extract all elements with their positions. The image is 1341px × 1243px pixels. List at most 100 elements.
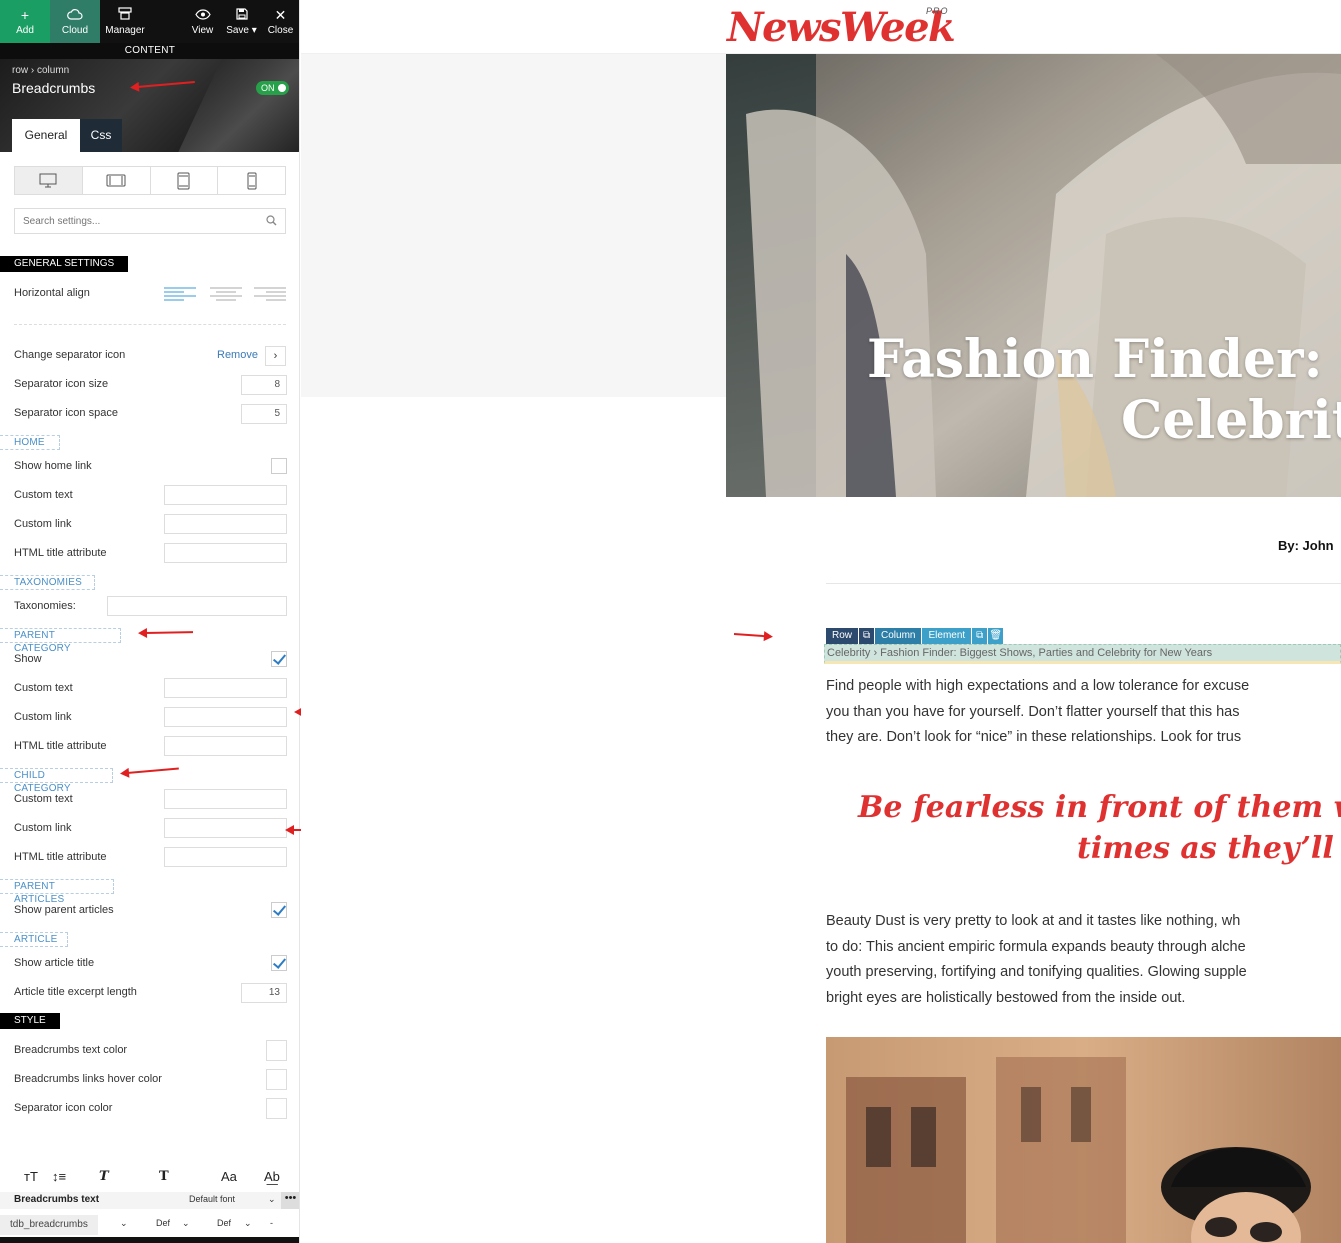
manager-button[interactable]: Manager xyxy=(100,0,150,43)
align-left-icon[interactable] xyxy=(163,286,197,302)
article-paragraph-2: Beauty Dust is very pretty to look at an… xyxy=(826,909,1341,1011)
row-tag[interactable]: Row xyxy=(826,628,859,644)
def-select-1[interactable]: Def xyxy=(156,1218,170,1228)
show-parent-articles-checkbox[interactable] xyxy=(271,902,287,918)
close-label: Close xyxy=(267,24,294,36)
add-button[interactable]: + Add xyxy=(0,0,50,43)
breadcrumbs-text-font-row: Breadcrumbs text Default font ⌄ ••• xyxy=(0,1192,299,1209)
close-button[interactable]: ✕ Close xyxy=(261,0,299,43)
child-html-title-input[interactable] xyxy=(164,847,287,867)
desktop-device-button[interactable] xyxy=(15,167,83,194)
show-home-link-label: Show home link xyxy=(14,460,92,472)
portrait-tablet-device-button[interactable] xyxy=(151,167,219,194)
panel-header: row › column Breadcrumbs ON General Css xyxy=(0,59,299,152)
text-transform-icon[interactable]: Aa xyxy=(221,1169,237,1184)
phone-device-button[interactable] xyxy=(218,167,285,194)
font-weight-icon[interactable]: T xyxy=(159,1169,169,1184)
article-photo xyxy=(826,1037,1341,1243)
chevron-down-icon[interactable]: ⌄ xyxy=(120,1218,128,1229)
align-right-icon[interactable] xyxy=(253,286,287,302)
dash-value[interactable]: - xyxy=(270,1218,273,1228)
element-path[interactable]: row › column xyxy=(12,65,69,76)
taxonomies-input[interactable] xyxy=(107,596,287,616)
separator-icon-size-input[interactable]: 8 xyxy=(241,375,287,395)
cloud-icon xyxy=(67,8,83,22)
column-tag[interactable]: Column xyxy=(875,628,922,644)
line-height-icon[interactable]: ↕≡ xyxy=(52,1169,66,1184)
element-on-toggle[interactable]: ON xyxy=(256,81,289,95)
show-home-link-checkbox[interactable] xyxy=(271,458,287,474)
page-root: + Add Cloud Manager View Save ▾ ✕ Close … xyxy=(0,0,1341,1243)
text-color-picker[interactable] xyxy=(266,1040,287,1061)
breadcrumbs-preview[interactable]: Celebrity › Fashion Finder: Biggest Show… xyxy=(824,644,1341,664)
home-html-title-input[interactable] xyxy=(164,543,287,563)
font-style-icon[interactable]: T xyxy=(99,1169,109,1184)
style-heading: STYLE xyxy=(0,1013,60,1029)
search-input[interactable] xyxy=(15,209,285,233)
more-options-button[interactable]: ••• xyxy=(281,1192,299,1209)
excerpt-length-input[interactable]: 13 xyxy=(241,983,287,1003)
author-byline[interactable]: By: John xyxy=(1278,538,1334,553)
separator-color-label: Separator icon color xyxy=(14,1102,113,1114)
home-custom-text-input[interactable] xyxy=(164,485,287,505)
parent-category-show-checkbox[interactable] xyxy=(271,651,287,667)
show-article-title-checkbox[interactable] xyxy=(271,955,287,971)
font-family-select[interactable]: Default font xyxy=(189,1194,235,1204)
hover-color-picker[interactable] xyxy=(266,1069,287,1090)
editor-toolbar: + Add Cloud Manager View Save ▾ ✕ Close xyxy=(0,0,299,43)
panel-bottom-bar xyxy=(0,1237,299,1243)
def-select-2[interactable]: Def xyxy=(217,1218,231,1228)
child-custom-link-input[interactable] xyxy=(164,818,287,838)
hero-title-line2: Celebrity xyxy=(1121,390,1341,451)
parent-custom-text-input[interactable] xyxy=(164,678,287,698)
cloud-button[interactable]: Cloud xyxy=(50,0,100,43)
tab-general[interactable]: General xyxy=(12,119,80,152)
child-custom-text-input[interactable] xyxy=(164,789,287,809)
device-switcher xyxy=(14,166,286,195)
eye-icon xyxy=(194,8,211,22)
copy-icon[interactable]: ⧉ xyxy=(972,628,988,644)
desktop-icon xyxy=(39,173,57,188)
chevron-right-icon[interactable]: › xyxy=(265,346,286,366)
add-label: Add xyxy=(16,24,34,36)
parent-html-title-input[interactable] xyxy=(164,736,287,756)
chevron-down-icon[interactable]: ⌄ xyxy=(182,1218,190,1229)
search-settings xyxy=(14,208,286,234)
trash-icon[interactable]: 🗑 xyxy=(988,628,1004,644)
chevron-down-icon[interactable]: ⌄ xyxy=(268,1194,276,1205)
align-center-icon[interactable] xyxy=(209,286,243,302)
plus-icon: + xyxy=(20,6,30,23)
element-edit-tags: Row ⧉ Column Element ⧉ 🗑 xyxy=(826,628,1004,644)
home-custom-link-input[interactable] xyxy=(164,514,287,534)
tab-css[interactable]: Css xyxy=(80,119,122,152)
parent-category-show-label: Show xyxy=(14,653,42,665)
copy-icon[interactable]: ⧉ xyxy=(859,628,875,644)
manager-label: Manager xyxy=(105,25,145,36)
letter-spacing-icon[interactable]: A͟b xyxy=(264,1169,280,1184)
chevron-down-icon[interactable]: ⌄ xyxy=(244,1218,252,1229)
article-paragraph-1: Find people with high expectations and a… xyxy=(826,674,1341,751)
save-button[interactable]: Save ▾ xyxy=(222,0,261,43)
paragraph-line: to do: This ancient empiric formula expa… xyxy=(826,938,1246,955)
paragraph-line: they are. Don’t look for “nice” in these… xyxy=(826,729,1242,745)
separator-icon-space-input[interactable]: 5 xyxy=(241,404,287,424)
hero-title-line1: Fashion Finder: Bi xyxy=(867,329,1341,390)
separator-color-picker[interactable] xyxy=(266,1098,287,1119)
parent-category-heading: PARENT CATEGORY xyxy=(0,628,121,654)
view-button[interactable]: View xyxy=(183,0,222,43)
element-tag[interactable]: Element xyxy=(922,628,972,644)
paragraph-line: Beauty Dust is very pretty to look at an… xyxy=(826,913,1241,929)
section-divider xyxy=(14,324,286,325)
article-heading: ARTICLE xyxy=(0,932,68,947)
font-size-icon[interactable]: ᴛT xyxy=(24,1169,38,1184)
view-label: View xyxy=(191,24,214,36)
landscape-tablet-device-button[interactable] xyxy=(83,167,151,194)
parent-custom-link-input[interactable] xyxy=(164,707,287,727)
site-logo[interactable]: NewsWeek xyxy=(727,4,956,51)
remove-separator-link[interactable]: Remove xyxy=(217,349,258,361)
paragraph-line: youth preserving, fortifying and tonifyi… xyxy=(826,964,1247,980)
text-color-label: Breadcrumbs text color xyxy=(14,1044,128,1056)
child-category-heading: CHILD CATEGORY xyxy=(0,768,113,794)
header-decoration xyxy=(178,59,299,152)
cloud-label: Cloud xyxy=(61,24,89,36)
